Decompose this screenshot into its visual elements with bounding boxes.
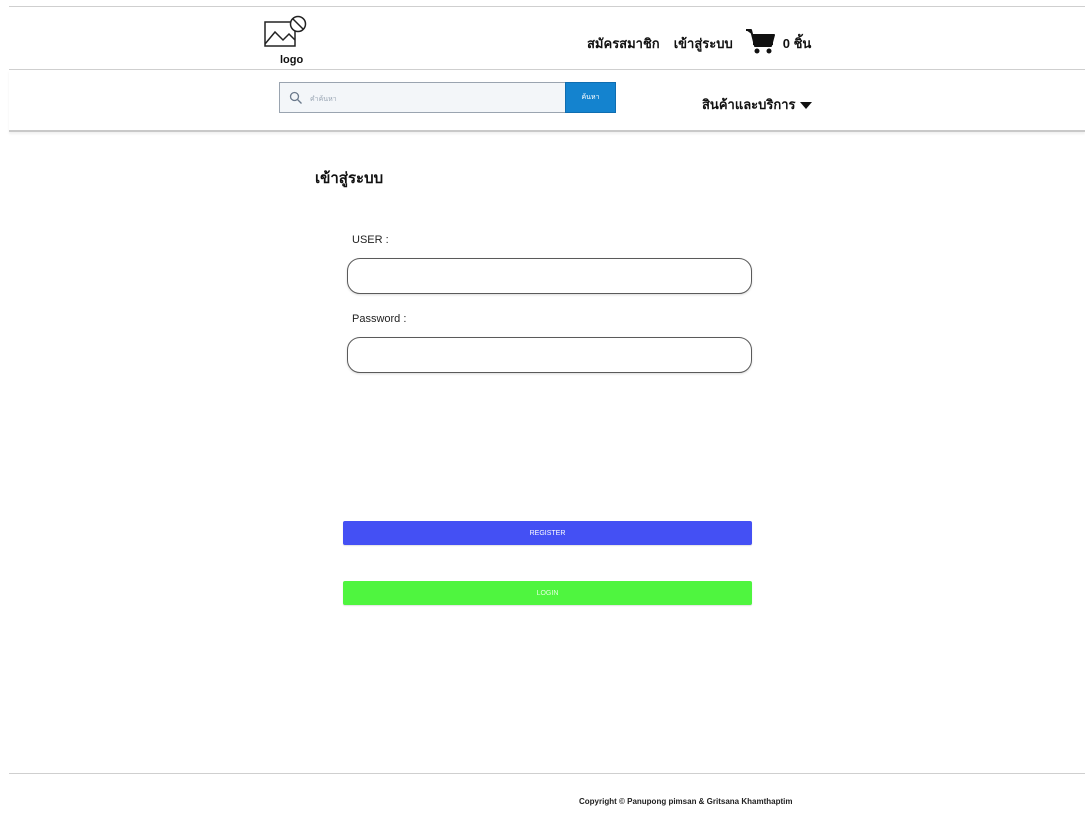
search-box <box>279 82 565 113</box>
cart-count: 0 ชิ้น <box>782 35 812 51</box>
register-link[interactable]: สมัครสมาชิก <box>587 33 660 54</box>
user-input[interactable] <box>347 258 752 294</box>
products-services-label: สินค้าและบริการ <box>702 97 796 112</box>
shopping-cart-icon[interactable] <box>745 27 777 55</box>
products-services-menu[interactable]: สินค้าและบริการ <box>702 94 812 115</box>
login-link[interactable]: เข้าสู่ระบบ <box>674 33 733 54</box>
caret-down-icon <box>799 101 812 109</box>
search-button[interactable]: ค้นหา <box>565 82 616 113</box>
search-icon <box>289 91 302 104</box>
login-button[interactable]: LOGIN <box>343 581 752 605</box>
copyright-text: Copyright © Panupong pimsan & Gritsana K… <box>579 797 793 806</box>
logo-label: logo <box>280 54 304 66</box>
page-title: เข้าสู่ระบบ <box>315 170 384 187</box>
password-label: Password : <box>352 313 407 325</box>
account-links: สมัครสมาชิก เข้าสู่ระบบ 0 ชิ้น <box>587 29 811 57</box>
user-label: USER : <box>352 234 389 246</box>
image-placeholder-icon <box>264 15 307 47</box>
footer: Copyright © Panupong pimsan & Gritsana K… <box>9 773 1085 832</box>
top-header: logo สมัครสมาชิก เข้าสู่ระบบ 0 ชิ้น <box>9 6 1085 70</box>
password-input[interactable] <box>347 337 752 373</box>
search-input[interactable] <box>308 89 562 109</box>
register-button[interactable]: REGISTER <box>343 521 752 545</box>
nav-bar: ค้นหา สินค้าและบริการ <box>9 70 1085 132</box>
logo[interactable]: logo <box>263 14 313 66</box>
